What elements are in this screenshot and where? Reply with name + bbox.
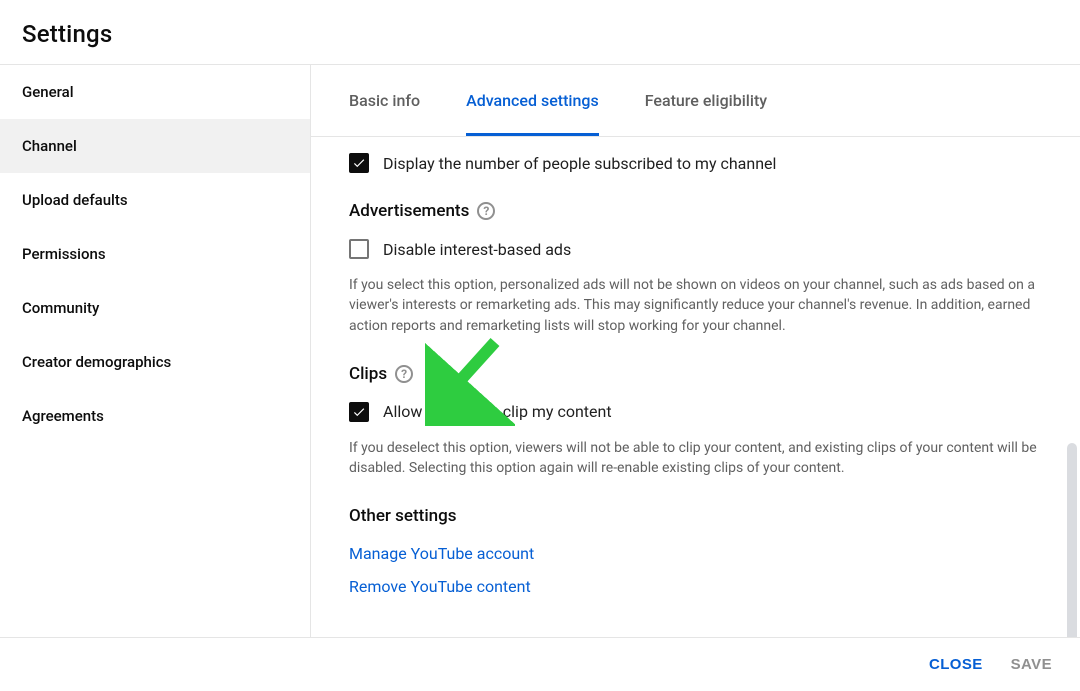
- disable-ads-row: Disable interest-based ads: [349, 239, 1042, 259]
- advanced-settings-panel: Display the number of people subscribed …: [311, 137, 1080, 635]
- allow-clips-checkbox[interactable]: [349, 402, 369, 422]
- ads-section-title: Advertisements ?: [349, 201, 1042, 221]
- remove-content-link[interactable]: Remove YouTube content: [349, 577, 1042, 596]
- other-settings-title: Other settings: [349, 506, 1042, 526]
- sidebar-item-channel[interactable]: Channel: [0, 119, 310, 173]
- sidebar-item-creator-demographics[interactable]: Creator demographics: [0, 335, 310, 389]
- help-icon[interactable]: ?: [477, 202, 495, 220]
- disable-interest-ads-checkbox[interactable]: [349, 239, 369, 259]
- allow-clips-row: Allow viewers to clip my content: [349, 402, 1042, 422]
- checkmark-icon: [352, 405, 366, 419]
- scrollbar[interactable]: [1067, 443, 1077, 653]
- tab-feature-eligibility[interactable]: Feature eligibility: [645, 66, 767, 135]
- sidebar-item-general[interactable]: General: [0, 65, 310, 119]
- settings-content: Basic info Advanced settings Feature eli…: [311, 65, 1080, 637]
- tabs: Basic info Advanced settings Feature eli…: [311, 65, 1080, 137]
- sidebar-item-permissions[interactable]: Permissions: [0, 227, 310, 281]
- ads-description: If you select this option, personalized …: [349, 275, 1042, 336]
- tab-advanced-settings[interactable]: Advanced settings: [466, 66, 599, 135]
- save-button: SAVE: [1011, 656, 1052, 673]
- subscriber-count-label: Display the number of people subscribed …: [383, 154, 776, 173]
- sidebar-item-agreements[interactable]: Agreements: [0, 389, 310, 443]
- clips-description: If you deselect this option, viewers wil…: [349, 438, 1042, 479]
- subscriber-count-row: Display the number of people subscribed …: [349, 153, 1042, 173]
- allow-clips-label: Allow viewers to clip my content: [383, 402, 612, 421]
- subscriber-count-checkbox[interactable]: [349, 153, 369, 173]
- settings-sidebar: General Channel Upload defaults Permissi…: [0, 65, 311, 637]
- help-icon[interactable]: ?: [395, 365, 413, 383]
- sidebar-item-upload-defaults[interactable]: Upload defaults: [0, 173, 310, 227]
- close-button[interactable]: CLOSE: [929, 656, 983, 673]
- dialog-footer: CLOSE SAVE: [0, 637, 1080, 691]
- disable-interest-ads-label: Disable interest-based ads: [383, 240, 571, 259]
- checkmark-icon: [352, 156, 366, 170]
- manage-account-link[interactable]: Manage YouTube account: [349, 544, 1042, 563]
- sidebar-item-community[interactable]: Community: [0, 281, 310, 335]
- page-title: Settings: [22, 20, 1058, 48]
- settings-header: Settings: [0, 0, 1080, 65]
- clips-section-title: Clips ?: [349, 364, 1042, 384]
- tab-basic-info[interactable]: Basic info: [349, 66, 420, 135]
